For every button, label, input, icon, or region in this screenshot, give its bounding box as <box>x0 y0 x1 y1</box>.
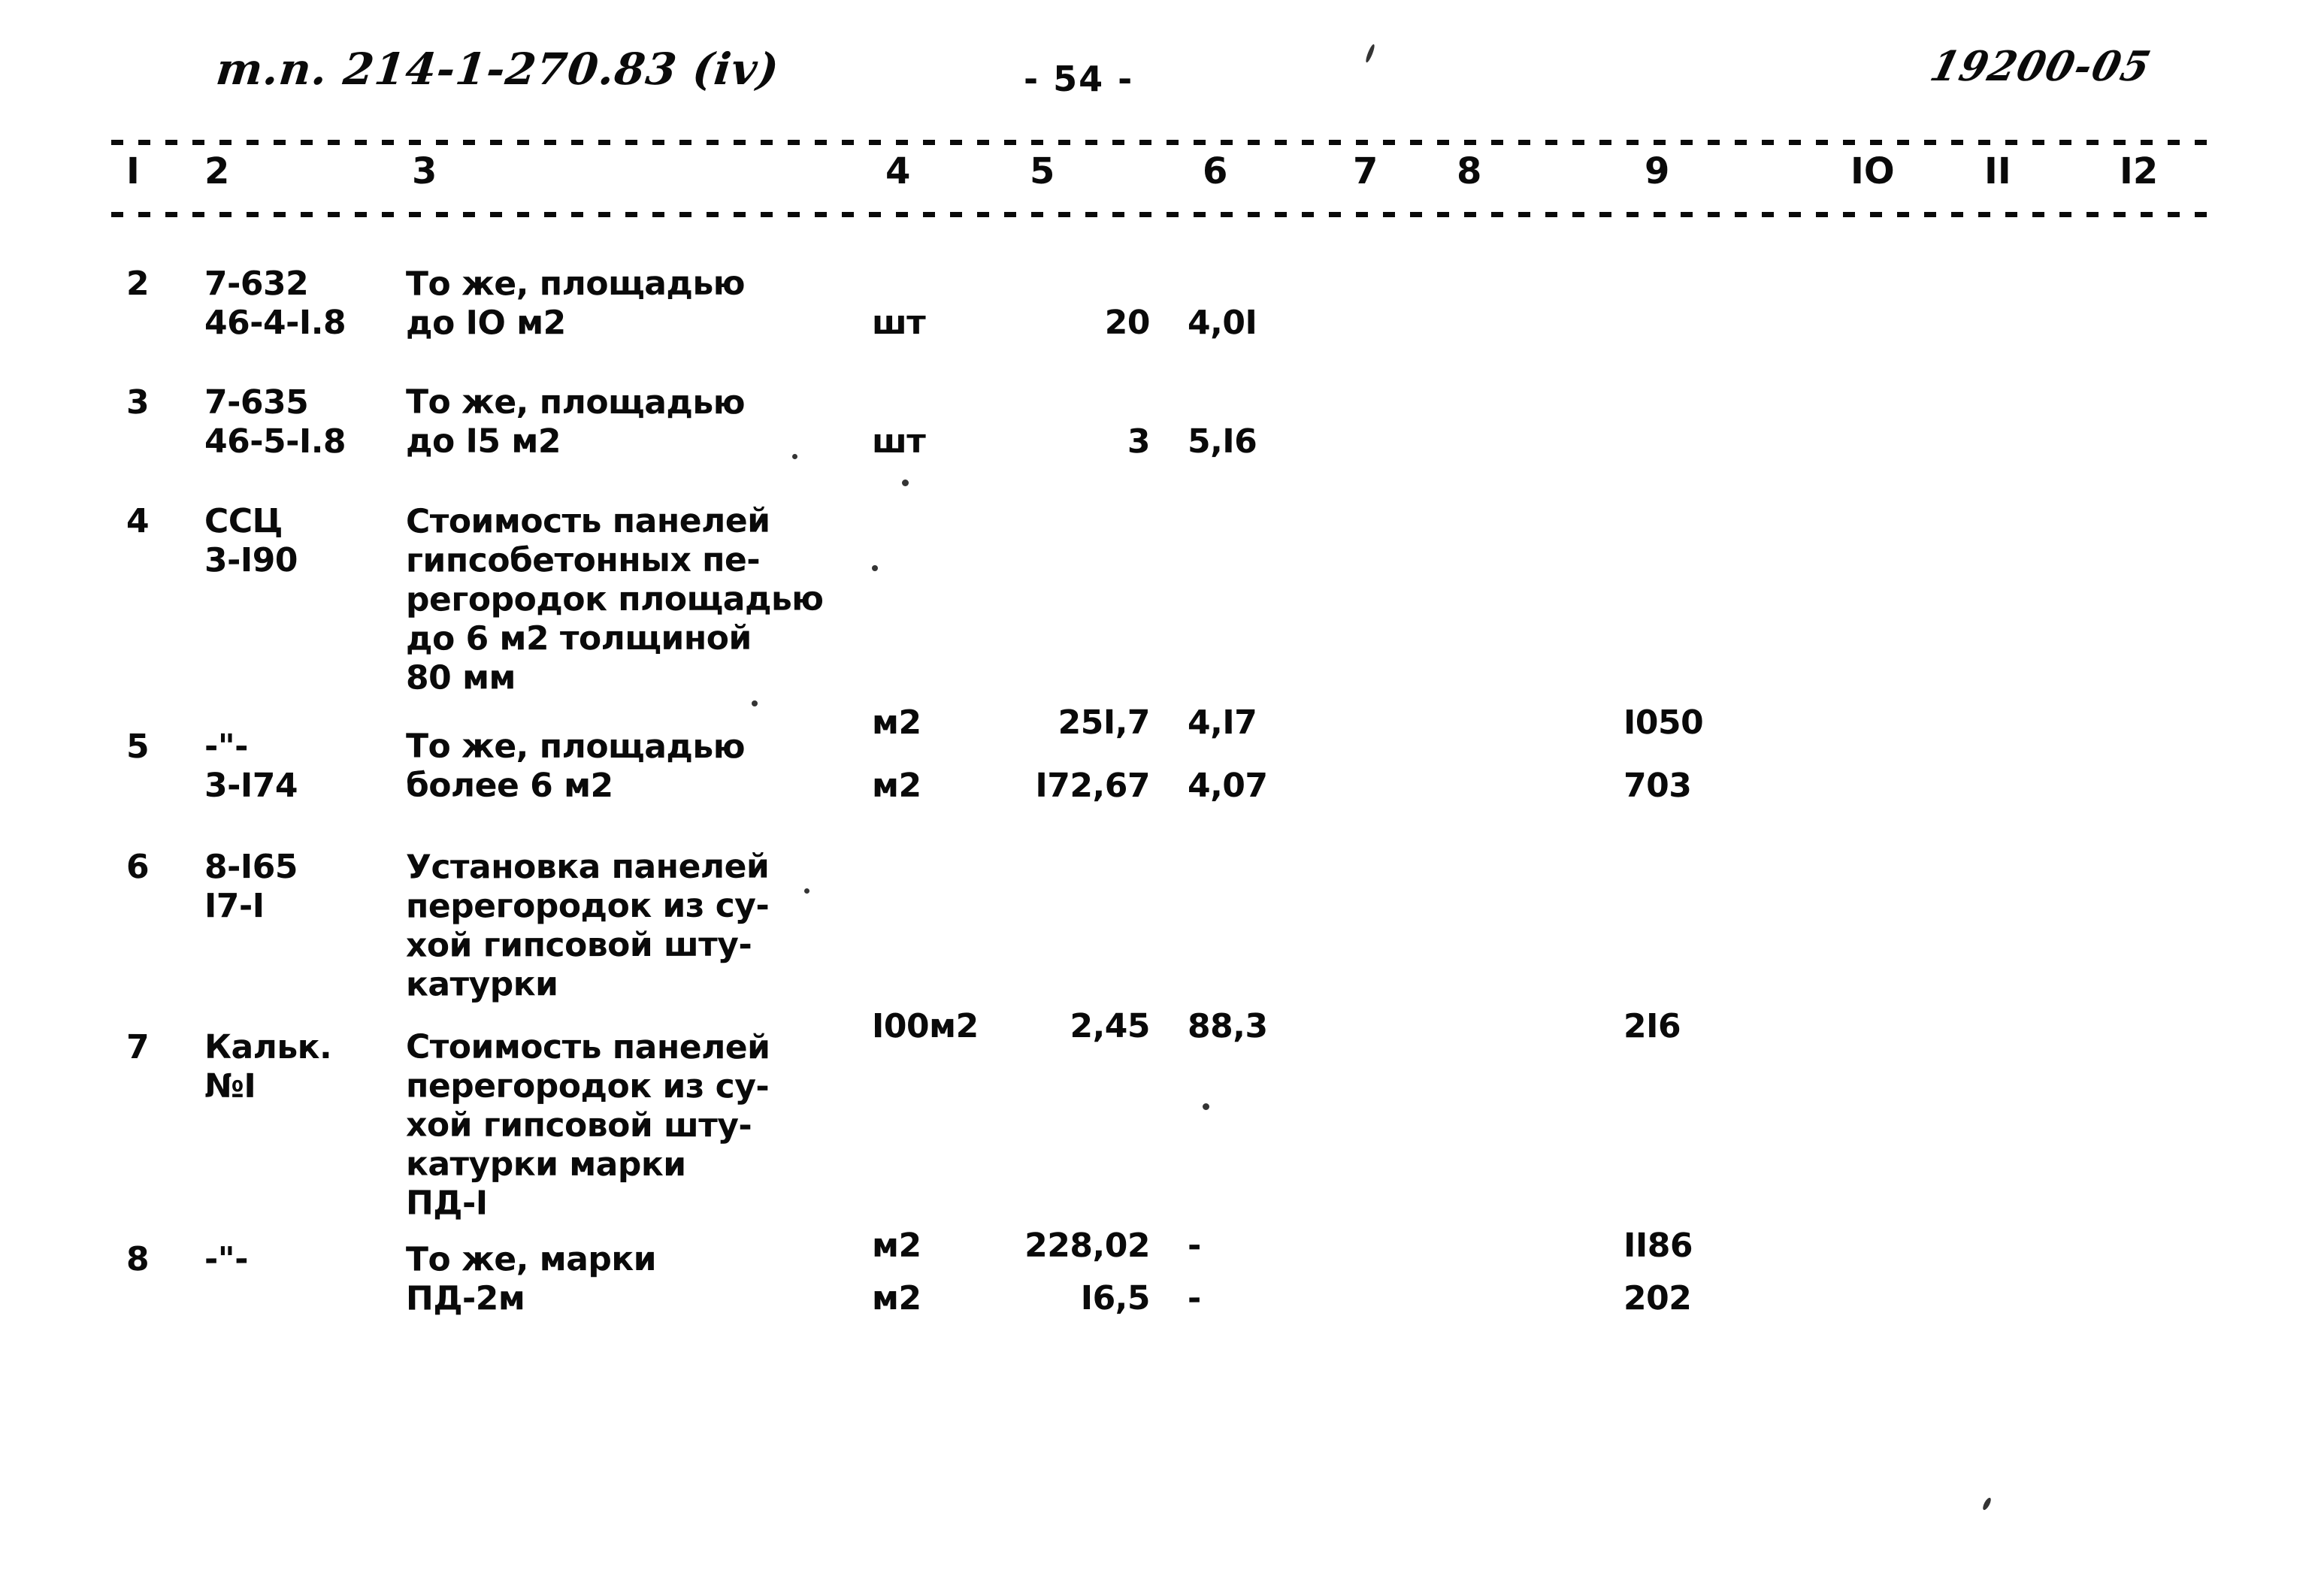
row-description-line: 80 мм <box>405 658 516 697</box>
row-quantity: 3 <box>1127 422 1151 461</box>
scan-speck <box>1364 43 1376 64</box>
row-code-line: 46-4-I.8 <box>204 303 346 343</box>
row-unit: м2 <box>871 1279 921 1318</box>
column-header-8: 8 <box>1457 150 1482 192</box>
column-header-5: 5 <box>1030 150 1055 192</box>
row-unit-price: - <box>1187 1226 1201 1265</box>
row-unit: шт <box>871 422 926 461</box>
row-total-cost: 2I6 <box>1623 1007 1681 1046</box>
row-position-number: 5 <box>126 727 150 766</box>
row-code-line: -"- <box>204 727 248 766</box>
scan-speck <box>902 479 909 486</box>
row-description-line: То же, площадью <box>405 727 746 767</box>
row-quantity: I6,5 <box>1080 1278 1151 1317</box>
row-code-line: 8-I65 <box>204 847 298 887</box>
row-position-number: 6 <box>126 848 150 887</box>
row-code-line: 46-5-I.8 <box>204 422 346 461</box>
row-unit: шт <box>871 304 926 343</box>
row-quantity: 20 <box>1104 303 1151 342</box>
row-position-number: 4 <box>126 502 150 541</box>
row-description-line: гипсобетонных пе- <box>405 540 761 580</box>
row-unit: I00м2 <box>871 1006 979 1046</box>
scan-speck <box>872 565 878 571</box>
column-header-10: IO <box>1850 150 1895 192</box>
column-header-3: 3 <box>412 150 437 192</box>
row-quantity: I72,67 <box>1035 766 1151 806</box>
row-quantity: 228,02 <box>1024 1226 1151 1266</box>
row-unit: м2 <box>871 703 921 743</box>
row-position-number: 7 <box>126 1027 150 1066</box>
column-header-6: 6 <box>1203 150 1228 192</box>
column-header-2: 2 <box>204 150 230 192</box>
row-description-line: катурки марки <box>405 1145 686 1184</box>
row-code-line: №I <box>204 1066 256 1106</box>
row-description-line: То же, марки <box>405 1239 657 1279</box>
row-description-line: перегородок из су- <box>405 886 770 926</box>
row-position-number: 8 <box>126 1240 150 1279</box>
row-description-line: Стоимость панелей <box>405 1027 770 1067</box>
header-rule-bottom <box>111 212 2216 217</box>
handwritten-archive-code: 19200-05 <box>1926 42 2156 91</box>
row-total-cost: II86 <box>1623 1226 1693 1265</box>
row-description-line: перегородок из су- <box>405 1066 770 1106</box>
row-description-line: Стоимость панелей <box>405 501 770 541</box>
column-header-12: I2 <box>2120 150 2159 192</box>
row-unit-price: 5,I6 <box>1187 422 1257 461</box>
row-code-line: I7-I <box>204 887 265 926</box>
row-description-line: хой гипсовой шту- <box>405 1106 752 1145</box>
row-code-line: 3-I74 <box>204 766 298 806</box>
column-header-1: I <box>126 150 140 192</box>
row-code-line: Кальк. <box>204 1027 332 1067</box>
row-unit: м2 <box>871 1226 921 1265</box>
row-quantity: 2,45 <box>1070 1006 1151 1046</box>
column-header-4: 4 <box>885 150 911 192</box>
row-unit: м2 <box>871 766 921 805</box>
row-unit-price: 4,I7 <box>1187 703 1257 743</box>
scan-speck <box>1981 1496 1993 1511</box>
row-position-number: 3 <box>126 383 150 422</box>
page-number: - 54 - <box>1024 59 1134 99</box>
scan-speck <box>792 454 797 459</box>
row-description-line: до IO м2 <box>405 304 566 343</box>
scan-speck <box>804 888 809 894</box>
row-code-line: ССЦ <box>204 502 283 541</box>
handwritten-project-code: т.п. 214-1-270.83 (iv) <box>213 44 782 95</box>
row-code-line: 3-I90 <box>204 540 298 580</box>
row-unit-price: - <box>1187 1279 1201 1318</box>
row-description-line: Установка панелей <box>405 847 770 887</box>
row-description-line: хой гипсовой шту- <box>405 925 752 965</box>
scan-speck <box>752 700 758 706</box>
row-code-line: 7-635 <box>204 383 309 422</box>
row-unit-price: 4,0I <box>1187 303 1257 343</box>
row-code-line: -"- <box>204 1240 249 1279</box>
header-rule-top <box>111 140 2216 145</box>
row-code-line: 7-632 <box>204 264 309 304</box>
column-header-9: 9 <box>1645 150 1670 192</box>
row-unit-price: 4,07 <box>1187 766 1268 806</box>
row-total-cost: I050 <box>1623 703 1704 743</box>
row-description-line: регородок площадью <box>405 579 824 619</box>
scan-speck <box>1203 1103 1209 1110</box>
row-total-cost: 703 <box>1623 766 1692 805</box>
row-description-line: То же, площадью <box>405 383 746 422</box>
row-description-line: более 6 м2 <box>405 766 613 805</box>
row-quantity: 25I,7 <box>1058 703 1151 743</box>
row-description-line: ПД-2м <box>405 1279 525 1318</box>
row-position-number: 2 <box>126 265 150 304</box>
column-header-7: 7 <box>1353 150 1378 192</box>
row-description-line: до I5 м2 <box>405 422 561 461</box>
row-description-line: до 6 м2 толщиной <box>405 619 752 658</box>
row-unit-price: 88,3 <box>1187 1006 1268 1046</box>
row-total-cost: 202 <box>1623 1279 1692 1318</box>
row-description-line: катурки <box>405 965 558 1004</box>
column-header-11: II <box>1984 150 2011 192</box>
row-description-line: ПД-I <box>405 1184 488 1223</box>
row-description-line: То же, площадью <box>405 264 746 304</box>
